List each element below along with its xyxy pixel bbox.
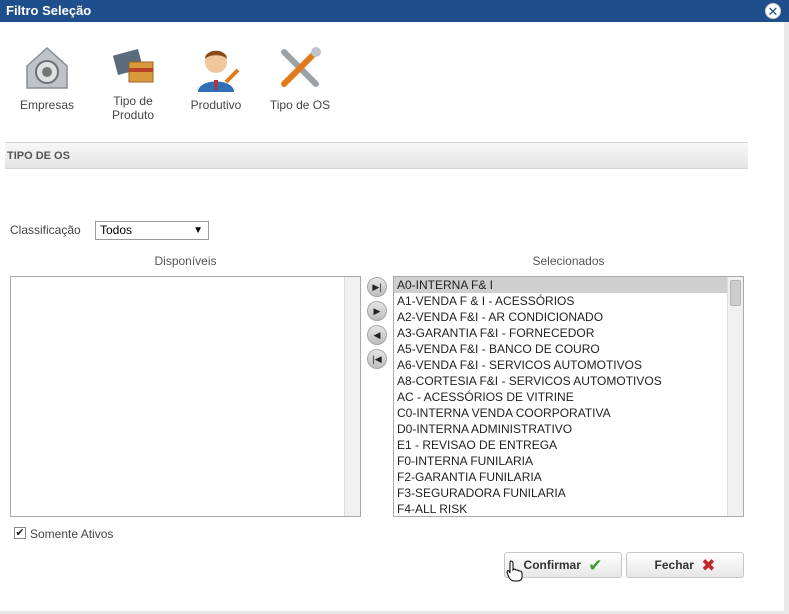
scrollbar-thumb[interactable]: [730, 280, 741, 306]
close-label: Fechar: [654, 558, 694, 572]
checkmark-icon: ✔: [588, 555, 603, 575]
list-item[interactable]: F0-INTERNA FUNILARIA: [394, 453, 727, 469]
toolbar-label: Empresas: [19, 98, 75, 112]
somente-ativos-checkbox[interactable]: ✔: [14, 527, 26, 539]
list-item[interactable]: F3-SEGURADORA FUNILARIA: [394, 485, 727, 501]
list-item[interactable]: E1 - REVISAO DE ENTREGA: [394, 437, 727, 453]
list-item[interactable]: C0-INTERNA VENDA COORPORATIVA: [394, 405, 727, 421]
toolbar-item-produtivo[interactable]: Produtivo: [176, 42, 256, 112]
move-left-button[interactable]: ◀: [367, 325, 387, 345]
list-item[interactable]: D0-INTERNA ADMINISTRATIVO: [394, 421, 727, 437]
window-titlebar: Filtro Seleção ✕: [0, 0, 789, 22]
selected-scrollbar[interactable]: [727, 277, 743, 516]
move-all-left-button[interactable]: |◀: [367, 349, 387, 369]
confirm-label: Confirmar: [523, 558, 581, 572]
list-item[interactable]: A6-VENDA F&I - SERVICOS AUTOMOTIVOS: [394, 357, 727, 373]
selected-listbox[interactable]: A0-INTERNA F& I A1-VENDA F & I - ACESSÓR…: [393, 276, 744, 517]
toolbar-label: Produtivo: [190, 98, 242, 112]
package-icon: [112, 48, 154, 83]
toolbar-item-empresas[interactable]: Empresas: [7, 42, 87, 112]
selected-title: Selecionados: [532, 254, 605, 268]
chevron-down-icon: ▼: [193, 225, 203, 236]
mechanic-icon: [198, 50, 240, 92]
list-item[interactable]: F2-GARANTIA FUNILARIA: [394, 469, 727, 485]
available-title: Disponíveis: [154, 254, 217, 268]
safe-icon: [26, 46, 68, 89]
classificacao-value: Todos: [100, 223, 133, 237]
toolbar-item-tipo-de-produto[interactable]: Tipo de Produto: [93, 38, 173, 122]
hand-cursor-icon: [506, 560, 523, 582]
window-frame-right: [784, 22, 789, 614]
move-all-right-button[interactable]: ▶|: [367, 277, 387, 297]
x-icon: ✖: [701, 555, 716, 575]
list-item[interactable]: F4-ALL RISK: [394, 501, 727, 516]
section-header: TIPO DE OS: [5, 142, 748, 169]
tools-icon: [281, 47, 321, 87]
close-icon[interactable]: ✕: [765, 3, 781, 19]
available-scrollbar[interactable]: [344, 277, 360, 516]
list-item[interactable]: A1-VENDA F & I - ACESSÓRIOS: [394, 293, 727, 309]
list-item[interactable]: A0-INTERNA F& I: [394, 277, 727, 293]
toolbar-label: Tipo de Produto: [111, 94, 155, 122]
window-title: Filtro Seleção: [6, 3, 92, 18]
somente-ativos-label: Somente Ativos: [30, 527, 114, 541]
close-button[interactable]: Fechar ✖: [626, 552, 744, 578]
classificacao-select[interactable]: Todos ▼: [95, 221, 209, 240]
list-item[interactable]: A3-GARANTIA F&I - FORNECEDOR: [394, 325, 727, 341]
list-item[interactable]: A5-VENDA F&I - BANCO DE COURO: [394, 341, 727, 357]
classificacao-label: Classificação: [10, 223, 81, 237]
toolbar-item-tipo-de-os[interactable]: Tipo de OS: [260, 42, 340, 112]
list-item[interactable]: A8-CORTESIA F&I - SERVICOS AUTOMOTIVOS: [394, 373, 727, 389]
toolbar-label: Tipo de OS: [269, 98, 331, 112]
list-item[interactable]: A2-VENDA F&I - AR CONDICIONADO: [394, 309, 727, 325]
available-listbox[interactable]: [10, 276, 361, 517]
move-right-button[interactable]: ▶: [367, 301, 387, 321]
list-item[interactable]: AC - ACESSÓRIOS DE VITRINE: [394, 389, 727, 405]
